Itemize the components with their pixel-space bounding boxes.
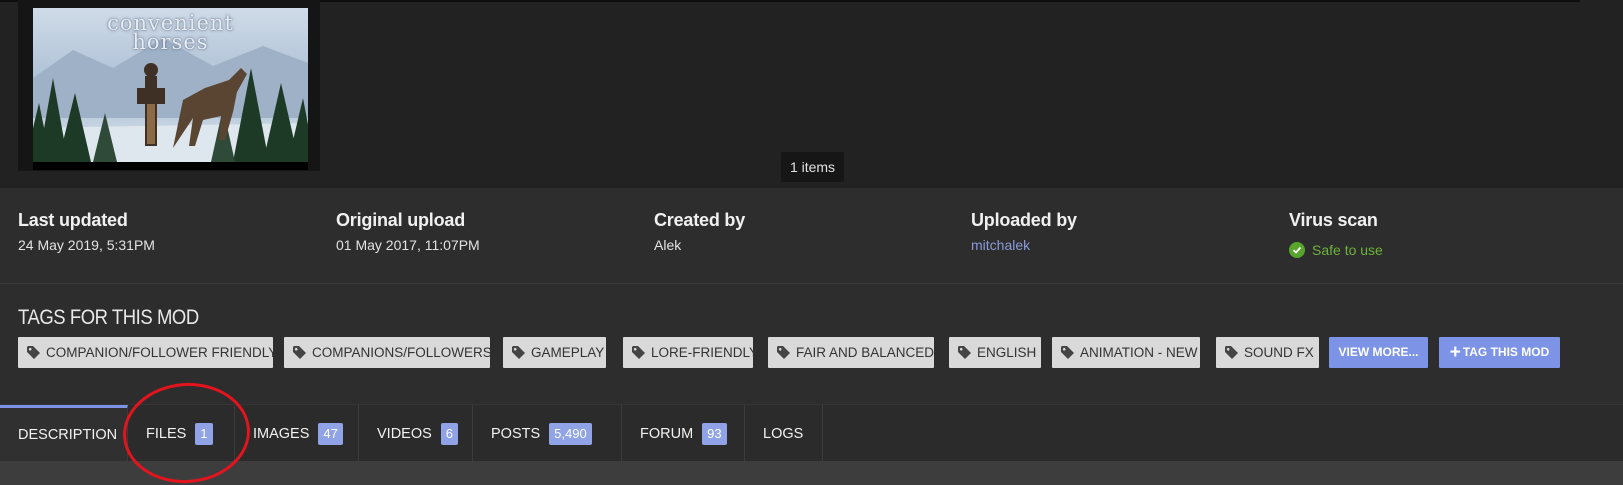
count-badge: 1 <box>195 422 213 445</box>
tag-item[interactable]: FAIR AND BALANCED <box>768 337 934 368</box>
count-badge: 6 <box>440 422 459 445</box>
check-circle-icon <box>1289 242 1305 258</box>
stat-value: 01 May 2017, 11:07PM <box>336 237 480 253</box>
uploader-link[interactable]: mitchalek <box>971 236 1077 254</box>
stat-value: Alek <box>654 237 682 253</box>
virus-scan-status: Safe to use <box>1289 242 1383 258</box>
stat-uploaded-by: Uploaded by mitchalek <box>971 208 1077 254</box>
stat-label: Last updated <box>18 210 128 230</box>
stat-label: Original upload <box>336 210 466 230</box>
thumbnail-title: convenient horses <box>107 11 234 54</box>
stat-label: Created by <box>654 210 746 230</box>
count-badge: 93 <box>702 422 727 445</box>
stat-virus-scan: Virus scan Safe to use <box>1289 208 1383 258</box>
tag-icon <box>1225 346 1238 359</box>
count-badge: 5,490 <box>549 422 592 445</box>
tag-icon <box>293 346 306 359</box>
tag-icon <box>632 346 645 359</box>
tab-files[interactable]: FILES 1 <box>128 405 235 462</box>
tag-item[interactable]: GAMEPLAY <box>503 337 606 368</box>
gallery-thumbnail[interactable]: convenient horses <box>18 0 320 171</box>
tag-icon <box>1061 346 1074 359</box>
tab-images[interactable]: IMAGES 47 <box>235 405 359 462</box>
tag-icon <box>777 346 790 359</box>
tag-item[interactable]: ANIMATION - NEW <box>1052 337 1200 368</box>
tag-item[interactable]: COMPANION/FOLLOWER FRIENDLY <box>18 337 277 368</box>
tab-content-area <box>0 461 1623 485</box>
stat-label: Virus scan <box>1289 210 1378 230</box>
tag-item[interactable]: LORE-FRIENDLY <box>623 337 758 368</box>
tab-description[interactable]: DESCRIPTION <box>0 405 128 462</box>
mod-stats: Last updated 24 May 2019, 5:31PM Origina… <box>0 188 1623 284</box>
gallery-items-count: 1 items <box>781 152 844 182</box>
tab-posts[interactable]: POSTS 5,490 <box>473 405 622 462</box>
image-gallery: convenient horses 1 items <box>0 0 1623 188</box>
tag-item[interactable]: COMPANIONS/FOLLOWERS <box>284 337 492 368</box>
tags-title: TAGS FOR THIS MOD <box>18 306 199 329</box>
count-badge: 47 <box>318 422 343 445</box>
mod-tabs: DESCRIPTION FILES 1 IMAGES 47 VIDEOS 6 P… <box>0 404 1623 462</box>
thumbnail-image[interactable]: convenient horses <box>33 8 308 162</box>
tag-this-mod-button[interactable]: + TAG THIS MOD <box>1439 337 1560 368</box>
virus-scan-text: Safe to use <box>1312 242 1383 258</box>
tag-icon <box>512 346 525 359</box>
plus-icon: + <box>1449 342 1461 363</box>
tab-forum[interactable]: FORUM 93 <box>622 405 745 462</box>
tag-icon <box>958 346 971 359</box>
stat-last-updated: Last updated 24 May 2019, 5:31PM <box>18 208 155 254</box>
stat-value: 24 May 2019, 5:31PM <box>18 237 155 253</box>
view-more-tags-button[interactable]: VIEW MORE... <box>1329 337 1428 368</box>
stat-created-by: Created by Alek <box>654 208 745 254</box>
tab-videos[interactable]: VIDEOS 6 <box>359 405 473 462</box>
tab-logs[interactable]: LOGS <box>745 405 823 462</box>
tag-icon <box>27 346 40 359</box>
thumbnail-letterbox <box>33 162 308 170</box>
tag-item[interactable]: SOUND FX <box>1216 337 1319 368</box>
stat-label: Uploaded by <box>971 210 1077 230</box>
tag-item[interactable]: ENGLISH <box>949 337 1041 368</box>
stat-original-upload: Original upload 01 May 2017, 11:07PM <box>336 208 480 254</box>
